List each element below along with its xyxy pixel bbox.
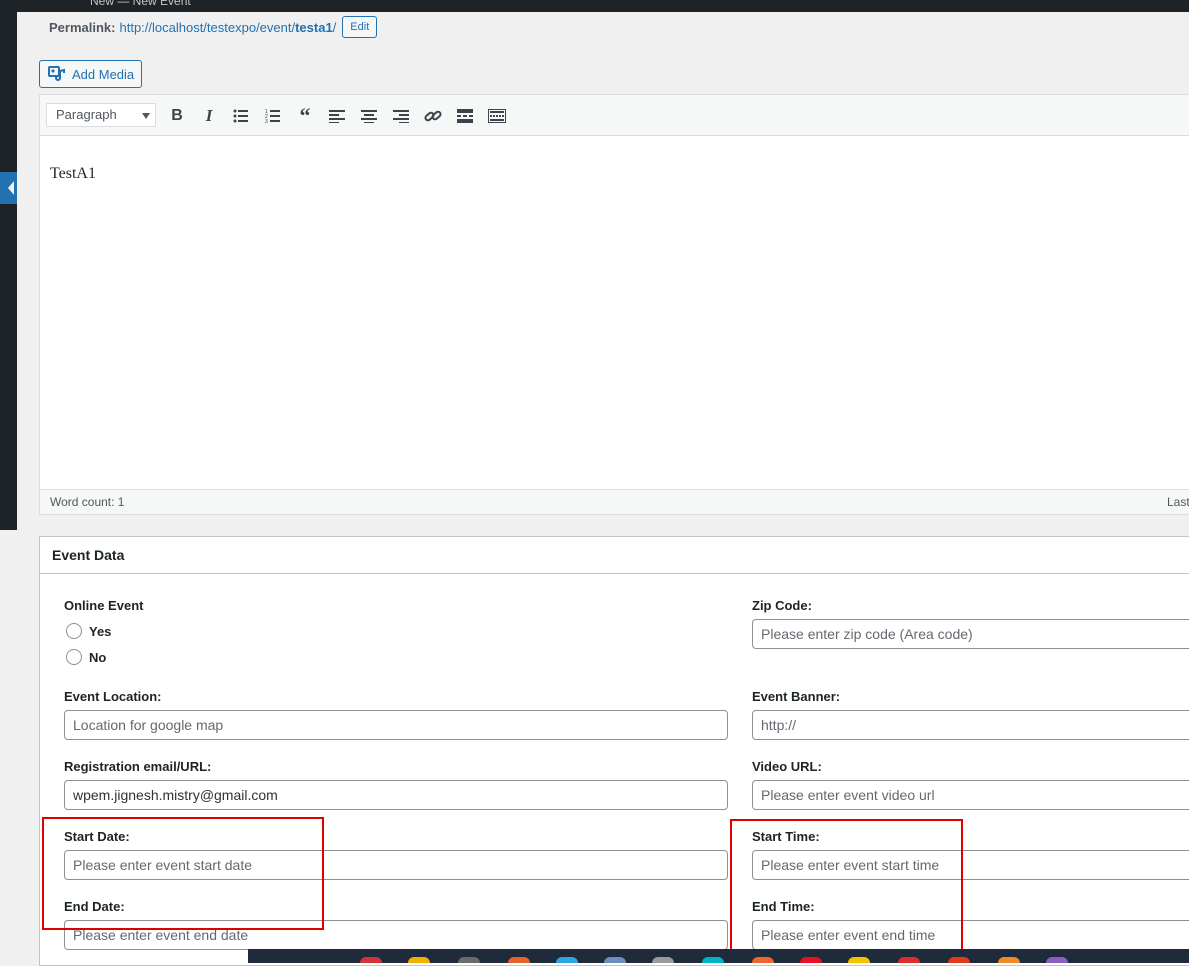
taskbar-app-icon[interactable] xyxy=(848,957,870,963)
event-location-input[interactable]: Location for google map xyxy=(64,710,728,740)
zip-code-label: Zip Code: xyxy=(752,598,812,613)
metabox-title: Event Data xyxy=(40,537,1189,574)
zip-code-input[interactable]: Please enter zip code (Area code) xyxy=(752,619,1189,649)
registration-input[interactable]: wpem.jignesh.mistry@gmail.com xyxy=(64,780,728,810)
taskbar-app-icon[interactable] xyxy=(948,957,970,963)
align-left-icon[interactable] xyxy=(326,105,348,127)
permalink-edit-button[interactable]: Edit xyxy=(342,16,378,38)
format-select-value: Paragraph xyxy=(56,107,117,122)
svg-text:3: 3 xyxy=(265,119,268,123)
permalink-link[interactable]: http://localhost/testexpo/event/testa1/ xyxy=(119,20,336,35)
add-media-icon xyxy=(48,65,66,84)
word-count: Word count: 1 xyxy=(50,495,125,509)
align-center-icon[interactable] xyxy=(358,105,380,127)
taskbar-app-icon[interactable] xyxy=(898,957,920,963)
format-select[interactable]: Paragraph xyxy=(46,103,156,127)
permalink-row: Permalink: http://localhost/testexpo/eve… xyxy=(49,14,378,40)
last-edited: Last xyxy=(1167,495,1189,509)
taskbar-app-icon[interactable] xyxy=(1046,957,1068,963)
highlight-box-time xyxy=(730,819,963,955)
taskbar-app-icon[interactable] xyxy=(702,957,724,963)
taskbar-folder-icon[interactable] xyxy=(408,957,430,963)
align-right-icon[interactable] xyxy=(390,105,412,127)
admin-sidebar xyxy=(0,12,17,530)
os-taskbar xyxy=(248,949,1189,963)
taskbar-app-icon[interactable] xyxy=(508,957,530,963)
radio-yes-label: Yes xyxy=(89,623,112,639)
taskbar-app-icon[interactable] xyxy=(458,957,480,963)
chevron-down-icon xyxy=(142,113,150,119)
add-media-label: Add Media xyxy=(72,66,135,82)
toolbar-toggle-icon[interactable] xyxy=(486,105,508,127)
taskbar-app-icon[interactable] xyxy=(556,957,578,963)
bulleted-list-icon[interactable] xyxy=(230,105,252,127)
online-event-yes-radio[interactable]: Yes xyxy=(66,623,111,639)
taskbar-app-icon[interactable] xyxy=(604,957,626,963)
online-event-label: Online Event xyxy=(64,598,144,613)
video-url-input[interactable]: Please enter event video url xyxy=(752,780,1189,810)
permalink-url-end: / xyxy=(332,19,337,35)
read-more-icon[interactable] xyxy=(454,105,476,127)
bold-icon[interactable]: B xyxy=(166,105,188,127)
highlight-box-date xyxy=(42,817,324,930)
registration-label: Registration email/URL: xyxy=(64,759,212,774)
editor-toolbar: Paragraph B I 123 “ xyxy=(40,95,1189,136)
editor-statusbar: Word count: 1 Last xyxy=(40,489,1189,514)
admin-bar-title: New — New Event xyxy=(90,0,191,8)
video-url-label: Video URL: xyxy=(752,759,822,774)
event-banner-label: Event Banner: xyxy=(752,689,841,704)
radio-circle-icon xyxy=(66,623,82,639)
numbered-list-icon[interactable]: 123 xyxy=(262,105,284,127)
link-icon[interactable] xyxy=(422,105,444,127)
taskbar-app-icon[interactable] xyxy=(752,957,774,963)
online-event-no-radio[interactable]: No xyxy=(66,649,106,665)
event-banner-input[interactable]: http:// xyxy=(752,710,1189,740)
editor-content[interactable]: TestA1 xyxy=(50,165,96,183)
taskbar-app-icon[interactable] xyxy=(998,957,1020,963)
current-menu-indicator xyxy=(0,172,17,204)
taskbar-app-icon[interactable] xyxy=(360,957,382,963)
taskbar-app-icon[interactable] xyxy=(652,957,674,963)
permalink-url-base: http://localhost/testexpo/event/ xyxy=(119,19,296,35)
radio-circle-icon xyxy=(66,649,82,665)
radio-no-label: No xyxy=(89,649,107,665)
add-media-button[interactable]: Add Media xyxy=(39,60,142,88)
permalink-slug: testa1 xyxy=(295,19,333,35)
admin-bar: New — New Event xyxy=(0,0,1189,12)
blockquote-icon[interactable]: “ xyxy=(294,103,316,128)
event-location-label: Event Location: xyxy=(64,689,162,704)
classic-editor: Paragraph B I 123 “ TestA1 Word count: 1… xyxy=(39,94,1189,515)
italic-icon[interactable]: I xyxy=(198,105,220,127)
permalink-label: Permalink: xyxy=(49,19,116,35)
taskbar-app-icon[interactable] xyxy=(800,957,822,963)
